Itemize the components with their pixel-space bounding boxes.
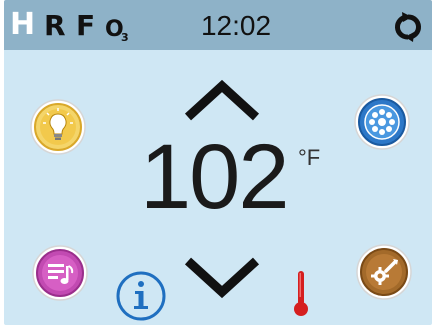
thermometer-icon [294, 271, 308, 316]
ready-indicator: R [44, 9, 66, 42]
jets-button[interactable] [354, 94, 410, 150]
clock-display[interactable]: 12:02 [194, 11, 278, 41]
settings-button[interactable] [356, 244, 412, 300]
spa-control-screen: H R F O 3 12:02 102 °F [4, 0, 432, 325]
light-button[interactable] [30, 99, 86, 155]
refresh-cycle-icon[interactable] [388, 11, 428, 43]
info-icon[interactable] [113, 268, 169, 324]
settings-icon [356, 244, 412, 300]
audio-button[interactable] [32, 245, 88, 301]
jets-icon [354, 94, 410, 150]
temperature-display: 102 [140, 126, 290, 228]
ozone-indicator-subscript: 3 [121, 31, 129, 44]
status-bar: H R F O 3 12:02 [4, 0, 432, 50]
heater-indicator: H [10, 7, 36, 42]
temperature-unit: °F [298, 145, 321, 170]
light-bulb-icon [30, 99, 86, 155]
audio-icon [32, 245, 88, 301]
temperature-up-button[interactable] [180, 77, 264, 125]
temperature-down-button[interactable] [180, 253, 264, 301]
filter-indicator: F [76, 9, 96, 42]
